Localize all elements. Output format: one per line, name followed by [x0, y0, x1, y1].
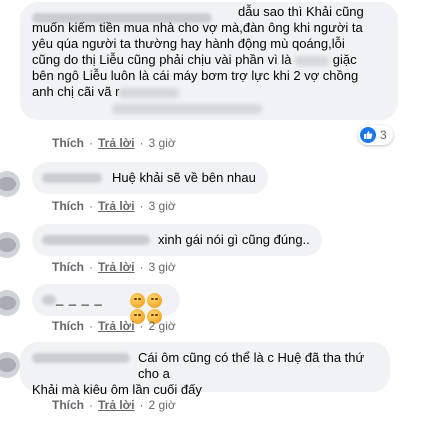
- comment-actions: Thích · Trả lời · 3 giờ: [52, 260, 176, 274]
- clapping-hands-emoji: [147, 293, 162, 309]
- comment-bubble: dẫu sao thì Khải cũng muốn kiếm tiền mua…: [20, 2, 398, 120]
- like-button[interactable]: Thích: [52, 260, 84, 274]
- comment-text: dẫu sao thì Khải cũng muốn kiếm tiền mua…: [32, 4, 392, 116]
- like-icon: [360, 127, 376, 143]
- comment-text: xinh gái nói gì cũng đúng..: [158, 232, 310, 247]
- reaction-count: 3: [380, 128, 387, 142]
- like-button[interactable]: Thích: [52, 319, 84, 333]
- avatar[interactable]: [0, 232, 20, 258]
- comment-bubble: Huệ khải sẽ về bên nhau: [32, 162, 268, 194]
- comment-bubble: Cái ôm cũng có thể là c Huệ đã tha thứ c…: [20, 342, 390, 397]
- like-button[interactable]: Thích: [52, 136, 84, 150]
- comment-text: _ _ _ _: [56, 291, 103, 306]
- redacted-name[interactable]: [42, 295, 56, 305]
- reply-button[interactable]: Trả lời: [98, 398, 135, 412]
- comment-actions: Thích · Trả lời · 2 giờ: [52, 398, 176, 412]
- comment-text: Cái ôm cũng có thể là c Huệ đã tha thứ c…: [32, 350, 365, 397]
- comment-actions: Thích · Trả lời · 3 giờ: [52, 136, 176, 150]
- avatar[interactable]: [0, 352, 20, 378]
- like-button[interactable]: Thích: [52, 398, 84, 412]
- avatar[interactable]: [0, 171, 20, 197]
- redacted-name[interactable]: [42, 235, 150, 245]
- reply-button[interactable]: Trả lời: [98, 260, 135, 274]
- like-button[interactable]: Thích: [52, 199, 84, 213]
- timestamp[interactable]: 3 giờ: [149, 260, 176, 274]
- avatar[interactable]: [0, 290, 20, 316]
- reaction-summary[interactable]: 3: [358, 125, 393, 145]
- clapping-hands-emoji: [130, 293, 145, 309]
- comment-actions: Thích · Trả lời · 3 giờ: [52, 199, 176, 213]
- reply-button[interactable]: Trả lời: [98, 199, 135, 213]
- timestamp[interactable]: 3 giờ: [149, 199, 176, 213]
- comment-actions: Thích · Trả lời · 2 giờ: [52, 319, 176, 333]
- redacted-name[interactable]: [42, 173, 102, 183]
- comment-text: Huệ khải sẽ về bên nhau: [112, 170, 256, 185]
- comment-bubble: xinh gái nói gì cũng đúng..: [32, 224, 322, 256]
- reply-button[interactable]: Trả lời: [98, 319, 135, 333]
- timestamp[interactable]: 3 giờ: [149, 136, 176, 150]
- reply-button[interactable]: Trả lời: [98, 136, 135, 150]
- timestamp[interactable]: 2 giờ: [149, 319, 176, 333]
- comment-bubble: _ _ _ _: [32, 284, 180, 325]
- timestamp[interactable]: 2 giờ: [149, 398, 176, 412]
